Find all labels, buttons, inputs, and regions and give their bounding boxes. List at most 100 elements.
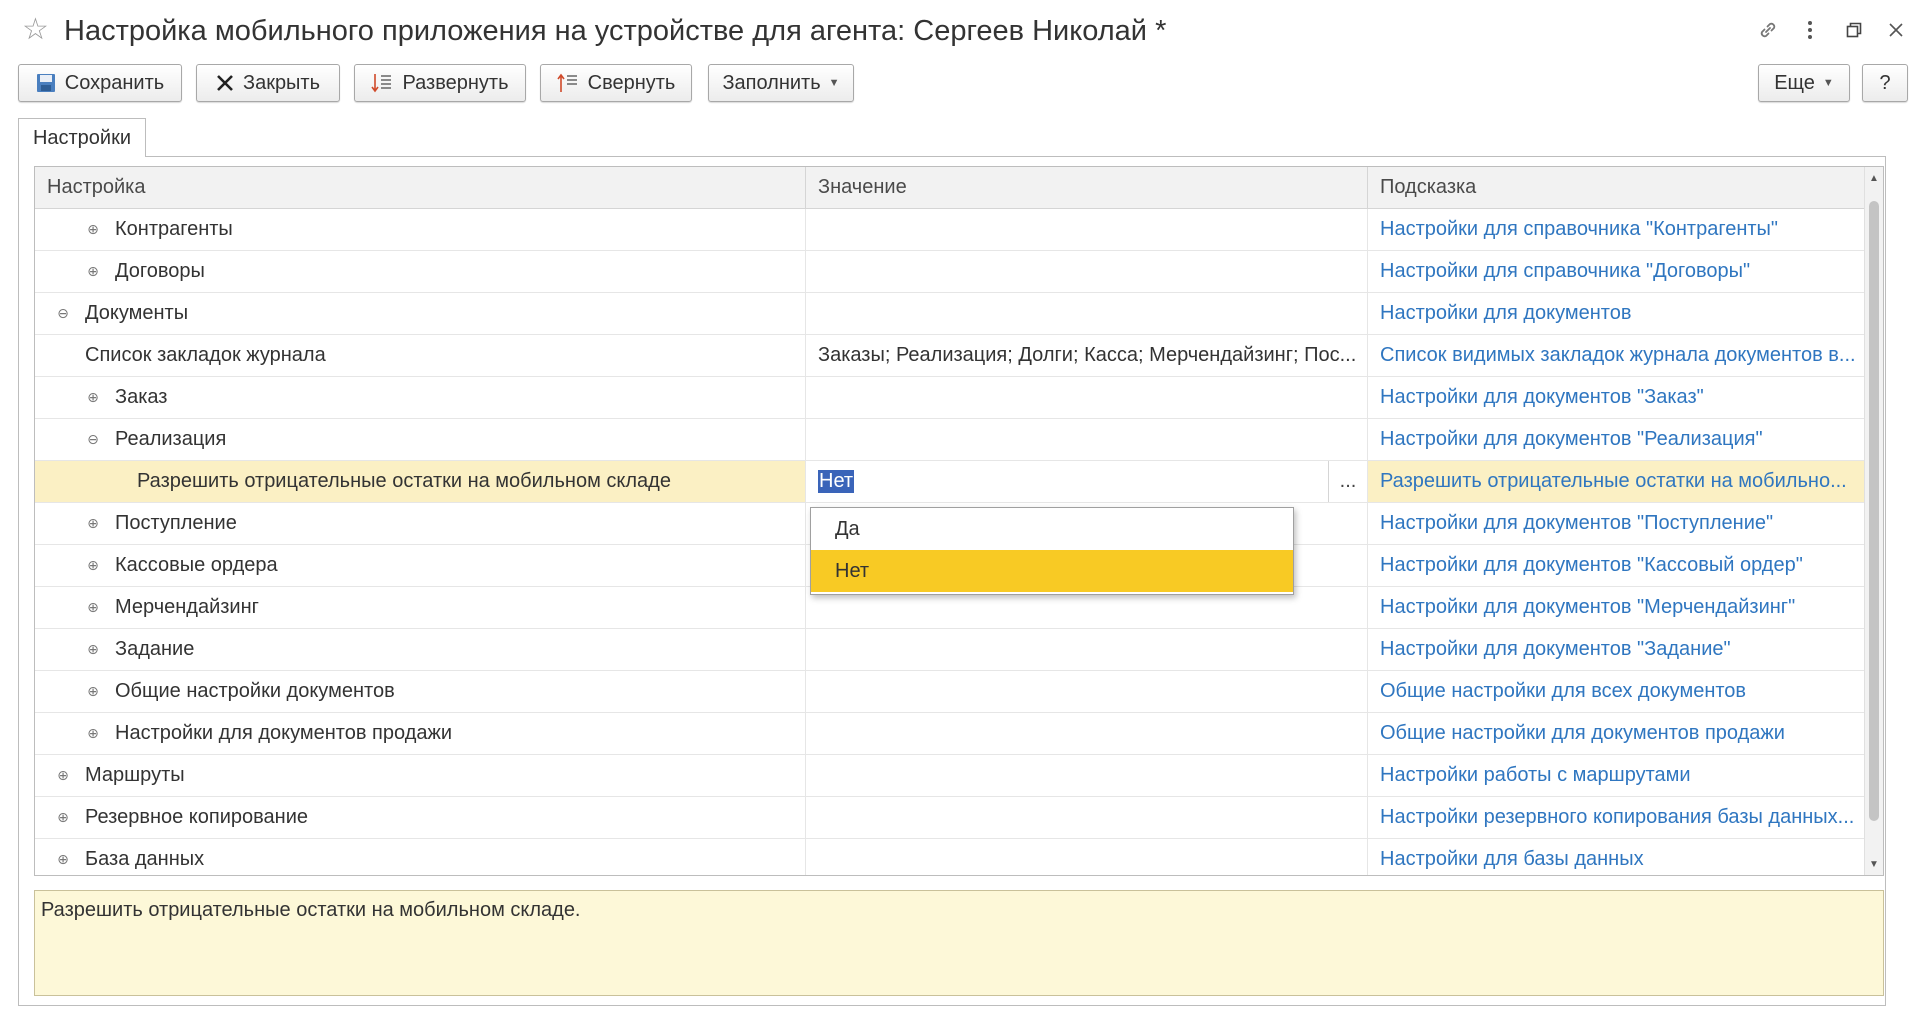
hint-link[interactable]: Настройки для документов "Кассовый ордер… (1367, 545, 1865, 586)
value-cell[interactable]: Нет... (805, 461, 1367, 502)
expand-plus-icon[interactable]: ⊕ (55, 767, 71, 784)
hint-link[interactable]: Настройки для базы данных (1367, 839, 1865, 875)
expand-button[interactable]: Развернуть (354, 64, 526, 102)
hint-link[interactable]: Настройки работы с маршрутами (1367, 755, 1865, 796)
expand-plus-icon[interactable]: ⊕ (85, 515, 101, 532)
hint-link[interactable]: Настройки для документов (1367, 293, 1865, 334)
floppy-disk-icon (36, 73, 56, 93)
expand-plus-icon[interactable]: ⊕ (55, 809, 71, 826)
expand-tree-icon (371, 72, 393, 94)
column-header-setting[interactable]: Настройка (35, 167, 805, 208)
table-row[interactable]: ⊕ Резервное копирование Настройки резервно… (35, 797, 1865, 839)
value-cell[interactable] (805, 713, 1367, 754)
table-row[interactable]: ⊕ Настройки для документов продажи Общие н… (35, 713, 1865, 755)
value-cell[interactable]: Заказы; Реализация; Долги; Касса; Мерчен… (805, 335, 1367, 376)
hint-link[interactable]: Настройки для документов "Заказ" (1367, 377, 1865, 418)
hint-link[interactable]: Настройки для справочника "Контрагенты" (1367, 209, 1865, 250)
value-cell[interactable] (805, 629, 1367, 670)
setting-label: Задание (115, 638, 195, 660)
setting-cell: ⊕ Настройки для документов продажи (35, 713, 805, 754)
hint-link[interactable]: Общие настройки для всех документов (1367, 671, 1865, 712)
table-row[interactable]: ⊕ Задание Настройки для документов "Задани… (35, 629, 1865, 671)
setting-label: Разрешить отрицательные остатки на мобил… (137, 470, 671, 492)
more-button[interactable]: Еще ▼ (1758, 64, 1850, 102)
column-header-hint[interactable]: Подсказка (1367, 167, 1865, 208)
setting-label: Список закладок журнала (85, 344, 326, 366)
expand-plus-icon[interactable]: ⊕ (85, 221, 101, 238)
hint-link[interactable]: Настройки для документов "Поступление" (1367, 503, 1865, 544)
value-input[interactable]: Нет (818, 470, 855, 493)
value-cell[interactable] (805, 209, 1367, 250)
restore-window-icon[interactable] (1838, 14, 1870, 46)
setting-cell: ⊕ Мерчендайзинг (35, 587, 805, 628)
table-row[interactable]: ⊕ Общие настройки документов Общие настрой… (35, 671, 1865, 713)
expand-plus-icon[interactable]: ⊕ (85, 641, 101, 658)
setting-label: База данных (85, 848, 205, 870)
vertical-scrollbar[interactable]: ▲ ▼ (1864, 167, 1883, 875)
table-row[interactable]: ⊖ Реализация Настройки для документов "Реа… (35, 419, 1865, 461)
hint-link[interactable]: Настройки для документов "Задание" (1367, 629, 1865, 670)
table-row[interactable]: ⊕ Маршруты Настройки работы с маршрутами (35, 755, 1865, 797)
collapse-button[interactable]: Свернуть (540, 64, 692, 102)
setting-cell: ⊕ Задание (35, 629, 805, 670)
expand-plus-icon[interactable]: ⊕ (85, 599, 101, 616)
value-cell[interactable] (805, 839, 1367, 875)
scrollbar-thumb[interactable] (1869, 201, 1879, 821)
value-cell[interactable] (805, 797, 1367, 838)
hint-link[interactable]: Настройки для документов "Реализация" (1367, 419, 1865, 460)
column-header-value[interactable]: Значение (805, 167, 1367, 208)
setting-cell: ⊕ Кассовые ордера (35, 545, 805, 586)
setting-cell: ⊖ Реализация (35, 419, 805, 460)
expand-plus-icon[interactable]: ⊕ (85, 725, 101, 742)
scroll-down-arrow-icon[interactable]: ▼ (1865, 855, 1883, 873)
value-cell[interactable] (805, 755, 1367, 796)
favorite-star-icon[interactable]: ☆ (22, 14, 49, 46)
link-icon[interactable] (1752, 14, 1784, 46)
hint-link[interactable]: Разрешить отрицательные остатки на мобил… (1367, 461, 1865, 502)
expand-plus-icon[interactable]: ⊕ (85, 263, 101, 280)
expand-plus-icon[interactable]: ⊕ (85, 389, 101, 406)
hint-link[interactable]: Настройки для документов "Мерчендайзинг" (1367, 587, 1865, 628)
more-button-label: Еще (1774, 71, 1815, 94)
value-cell[interactable] (805, 419, 1367, 460)
select-value-button[interactable]: ... (1328, 461, 1367, 502)
hint-link[interactable]: Настройки для справочника "Договоры" (1367, 251, 1865, 292)
scroll-up-arrow-icon[interactable]: ▲ (1865, 169, 1883, 187)
setting-cell: ⊕ Маршруты (35, 755, 805, 796)
fill-dropdown-button[interactable]: Заполнить ▼ (708, 64, 854, 102)
value-cell[interactable] (805, 251, 1367, 292)
table-row[interactable]: ⊖ Документы Настройки для документов (35, 293, 1865, 335)
hint-link[interactable]: Список видимых закладок журнала документ… (1367, 335, 1865, 376)
table-row[interactable]: ⊕ Договоры Настройки для справочника "Дого… (35, 251, 1865, 293)
hint-link[interactable]: Настройки резервного копирования базы да… (1367, 797, 1865, 838)
table-row[interactable]: ⊕ База данных Настройки для базы данных (35, 839, 1865, 875)
table-header: Настройка Значение Подсказка (35, 167, 1865, 209)
help-button[interactable]: ? (1862, 64, 1908, 102)
collapse-minus-icon[interactable]: ⊖ (55, 305, 71, 322)
expand-plus-icon[interactable]: ⊕ (55, 851, 71, 868)
expand-plus-icon[interactable]: ⊕ (85, 683, 101, 700)
more-vertical-icon[interactable] (1794, 14, 1826, 46)
value-cell[interactable] (805, 671, 1367, 712)
hint-panel: Разрешить отрицательные остатки на мобил… (34, 890, 1884, 996)
dropdown-option-yes[interactable]: Да (811, 508, 1293, 550)
table-row[interactable]: Список закладок журнала Заказы; Реализаци… (35, 335, 1865, 377)
chevron-down-icon: ▼ (828, 77, 840, 89)
collapse-minus-icon[interactable]: ⊖ (85, 431, 101, 448)
collapse-button-label: Свернуть (587, 71, 676, 94)
value-cell[interactable] (805, 377, 1367, 418)
setting-label: Заказ (115, 386, 168, 408)
tab-settings[interactable]: Настройки (18, 118, 146, 157)
close-window-icon[interactable] (1880, 14, 1912, 46)
table-row[interactable]: ⊕ Контрагенты Настройки для справочника "К… (35, 209, 1865, 251)
close-button[interactable]: Закрыть (196, 64, 340, 102)
close-button-label: Закрыть (242, 71, 321, 94)
dropdown-option-no[interactable]: Нет (811, 550, 1293, 592)
value-editor[interactable]: Нет... (818, 461, 1367, 502)
save-button[interactable]: Сохранить (18, 64, 182, 102)
table-row[interactable]: Разрешить отрицательные остатки на мобил… (35, 461, 1865, 503)
value-cell[interactable] (805, 293, 1367, 334)
expand-plus-icon[interactable]: ⊕ (85, 557, 101, 574)
table-row[interactable]: ⊕ Заказ Настройки для документов "Заказ" (35, 377, 1865, 419)
hint-link[interactable]: Общие настройки для документов продажи (1367, 713, 1865, 754)
